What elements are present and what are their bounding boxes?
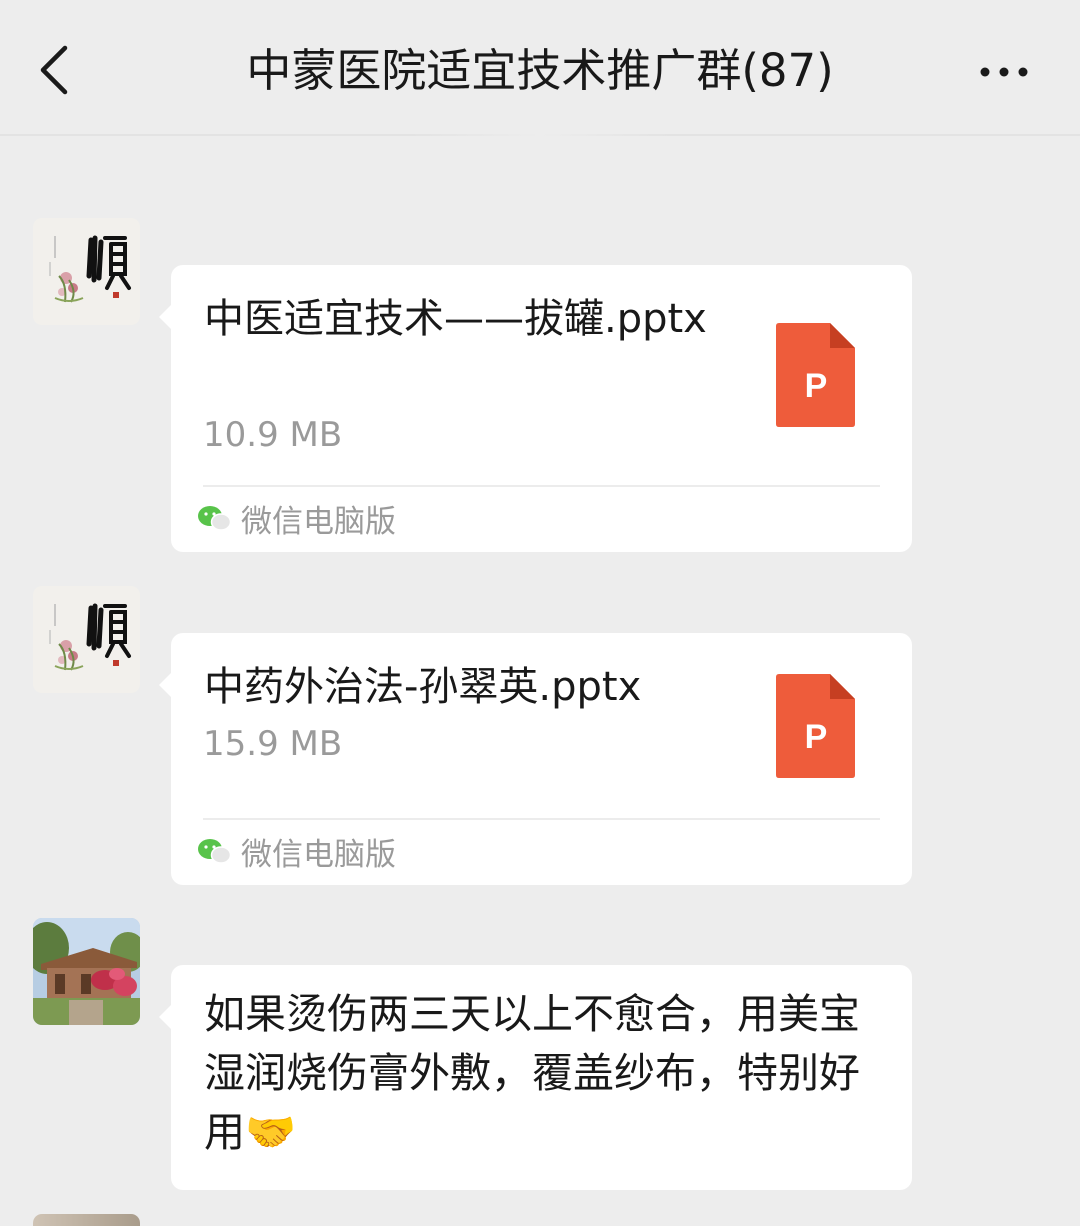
file-message[interactable]: 中医适宜技术——拔罐.pptx 10.9 MB P 微信电脑版	[159, 265, 912, 552]
bubble-divider	[203, 818, 880, 820]
file-size: 15.9 MB	[203, 724, 343, 764]
chevron-left-icon	[40, 45, 68, 95]
calligraphy-shun-avatar	[33, 586, 140, 693]
wechat-icon	[198, 839, 231, 864]
bubble-tail	[159, 1005, 171, 1029]
nav-divider	[0, 134, 1080, 136]
file-message[interactable]: 中药外治法-孙翠英.pptx 15.9 MB P 微信电脑版	[159, 633, 912, 885]
ppt-letter: P	[805, 718, 828, 756]
pptx-file-icon: P	[776, 323, 855, 427]
source-label: 微信电脑版	[197, 493, 396, 543]
calligraphy-shun-avatar	[33, 218, 140, 325]
more-horizontal-icon	[980, 67, 1028, 77]
bubble-divider	[203, 485, 880, 487]
next-sender-avatar[interactable]	[33, 1214, 140, 1226]
text-message[interactable]: 如果烫伤两三天以上不愈合，用美宝湿润烧伤膏外敷，覆盖纱布，特别好用🤝	[159, 965, 912, 1190]
chat-title: 中蒙医院适宜技术推广群(87)	[246, 44, 834, 97]
nav-bar: 中蒙医院适宜技术推广群(87)	[0, 0, 1080, 136]
file-size: 10.9 MB	[203, 415, 343, 455]
source-text: 微信电脑版	[241, 503, 396, 540]
bubble-tail	[159, 305, 171, 329]
more-button[interactable]	[966, 40, 1042, 104]
message-text: 如果烫伤两三天以上不愈合，用美宝湿润烧伤膏外敷，覆盖纱布，特别好用🤝	[204, 990, 860, 1156]
ppt-letter: P	[805, 367, 828, 405]
source-text: 微信电脑版	[241, 836, 396, 873]
source-label: 微信电脑版	[197, 826, 396, 876]
bubble-tail	[159, 673, 171, 697]
back-button[interactable]	[22, 34, 86, 106]
garden-house-avatar	[33, 918, 140, 1025]
sender-avatar[interactable]	[33, 218, 140, 325]
sender-avatar[interactable]	[33, 586, 140, 693]
file-name: 中医适宜技术——拔罐.pptx	[204, 296, 707, 342]
file-name: 中药外治法-孙翠英.pptx	[204, 664, 642, 710]
wechat-icon	[198, 506, 231, 531]
sender-avatar[interactable]	[33, 918, 140, 1025]
pptx-file-icon: P	[776, 674, 855, 778]
